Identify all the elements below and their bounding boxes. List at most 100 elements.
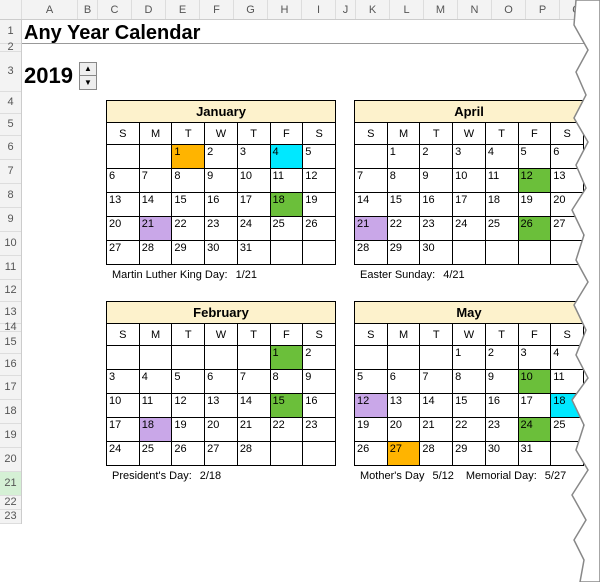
day-cell[interactable]: 23: [485, 418, 518, 442]
day-cell[interactable]: 20: [205, 418, 238, 442]
day-cell[interactable]: 14: [355, 193, 388, 217]
column-header[interactable]: Q: [560, 0, 594, 19]
row-header[interactable]: 3: [0, 52, 21, 92]
day-cell[interactable]: [453, 241, 486, 265]
day-cell[interactable]: 22: [387, 217, 420, 241]
day-cell[interactable]: 7: [139, 169, 172, 193]
column-header[interactable]: F: [200, 0, 234, 19]
day-cell[interactable]: 21: [420, 418, 453, 442]
spinner-down-button[interactable]: ▼: [80, 76, 96, 89]
day-cell[interactable]: 22: [270, 418, 303, 442]
day-cell[interactable]: [107, 145, 140, 169]
day-cell[interactable]: [303, 241, 336, 265]
day-cell[interactable]: 2: [485, 346, 518, 370]
day-cell[interactable]: 17: [237, 193, 270, 217]
day-cell[interactable]: 13: [205, 394, 238, 418]
day-cell[interactable]: 9: [205, 169, 238, 193]
day-cell[interactable]: 27: [205, 442, 238, 466]
day-cell[interactable]: 17: [453, 193, 486, 217]
day-cell[interactable]: 4: [270, 145, 303, 169]
day-cell[interactable]: 3: [237, 145, 270, 169]
day-cell[interactable]: 31: [518, 442, 551, 466]
day-cell[interactable]: 25: [551, 418, 584, 442]
day-cell[interactable]: 4: [485, 145, 518, 169]
day-cell[interactable]: [355, 346, 388, 370]
day-cell[interactable]: 24: [453, 217, 486, 241]
day-cell[interactable]: 19: [303, 193, 336, 217]
row-header[interactable]: 20: [0, 448, 21, 472]
day-cell[interactable]: 1: [453, 346, 486, 370]
day-cell[interactable]: 23: [420, 217, 453, 241]
row-header[interactable]: 22: [0, 496, 21, 510]
day-cell[interactable]: [551, 241, 584, 265]
day-cell[interactable]: 20: [387, 418, 420, 442]
column-header[interactable]: [0, 0, 22, 19]
day-cell[interactable]: 30: [420, 241, 453, 265]
column-header[interactable]: H: [268, 0, 302, 19]
day-cell[interactable]: 14: [420, 394, 453, 418]
day-cell[interactable]: 23: [303, 418, 336, 442]
day-cell[interactable]: 24: [237, 217, 270, 241]
day-cell[interactable]: 4: [551, 346, 584, 370]
day-cell[interactable]: 2: [420, 145, 453, 169]
day-cell[interactable]: 20: [551, 193, 584, 217]
day-cell[interactable]: [355, 145, 388, 169]
day-cell[interactable]: 19: [172, 418, 205, 442]
day-cell[interactable]: 23: [205, 217, 238, 241]
day-cell[interactable]: [518, 241, 551, 265]
day-cell[interactable]: [270, 442, 303, 466]
day-cell[interactable]: 2: [303, 346, 336, 370]
row-header[interactable]: 12: [0, 280, 21, 302]
day-cell[interactable]: 21: [139, 217, 172, 241]
row-header[interactable]: 10: [0, 232, 21, 256]
day-cell[interactable]: 9: [485, 370, 518, 394]
row-header[interactable]: 17: [0, 376, 21, 400]
day-cell[interactable]: 10: [107, 394, 140, 418]
day-cell[interactable]: 26: [518, 217, 551, 241]
day-cell[interactable]: 8: [387, 169, 420, 193]
row-header[interactable]: 11: [0, 256, 21, 280]
day-cell[interactable]: 2: [205, 145, 238, 169]
day-cell[interactable]: 1: [172, 145, 205, 169]
day-cell[interactable]: 7: [237, 370, 270, 394]
day-cell[interactable]: 26: [172, 442, 205, 466]
row-header[interactable]: 15: [0, 332, 21, 354]
day-cell[interactable]: 10: [453, 169, 486, 193]
day-cell[interactable]: 5: [355, 370, 388, 394]
day-cell[interactable]: 30: [205, 241, 238, 265]
row-header[interactable]: 2: [0, 44, 21, 52]
day-cell[interactable]: 1: [387, 145, 420, 169]
day-cell[interactable]: 14: [139, 193, 172, 217]
column-header[interactable]: O: [492, 0, 526, 19]
day-cell[interactable]: 15: [172, 193, 205, 217]
day-cell[interactable]: 13: [107, 193, 140, 217]
day-cell[interactable]: 30: [485, 442, 518, 466]
day-cell[interactable]: 25: [485, 217, 518, 241]
day-cell[interactable]: 17: [107, 418, 140, 442]
row-header[interactable]: 4: [0, 92, 21, 114]
day-cell[interactable]: 11: [270, 169, 303, 193]
column-header[interactable]: I: [302, 0, 336, 19]
row-header[interactable]: 9: [0, 208, 21, 232]
day-cell[interactable]: 28: [420, 442, 453, 466]
day-cell[interactable]: 24: [107, 442, 140, 466]
day-cell[interactable]: 11: [485, 169, 518, 193]
day-cell[interactable]: 17: [518, 394, 551, 418]
day-cell[interactable]: 26: [303, 217, 336, 241]
day-cell[interactable]: 10: [237, 169, 270, 193]
column-header[interactable]: R: [594, 0, 600, 19]
column-header[interactable]: P: [526, 0, 560, 19]
day-cell[interactable]: 7: [355, 169, 388, 193]
day-cell[interactable]: 15: [387, 193, 420, 217]
column-header[interactable]: D: [132, 0, 166, 19]
day-cell[interactable]: 28: [139, 241, 172, 265]
column-header[interactable]: J: [336, 0, 356, 19]
row-header[interactable]: 14: [0, 324, 21, 332]
day-cell[interactable]: 27: [107, 241, 140, 265]
day-cell[interactable]: 22: [172, 217, 205, 241]
day-cell[interactable]: [387, 346, 420, 370]
day-cell[interactable]: [270, 241, 303, 265]
spinner-up-button[interactable]: ▲: [80, 63, 96, 76]
column-header[interactable]: C: [98, 0, 132, 19]
day-cell[interactable]: [303, 442, 336, 466]
